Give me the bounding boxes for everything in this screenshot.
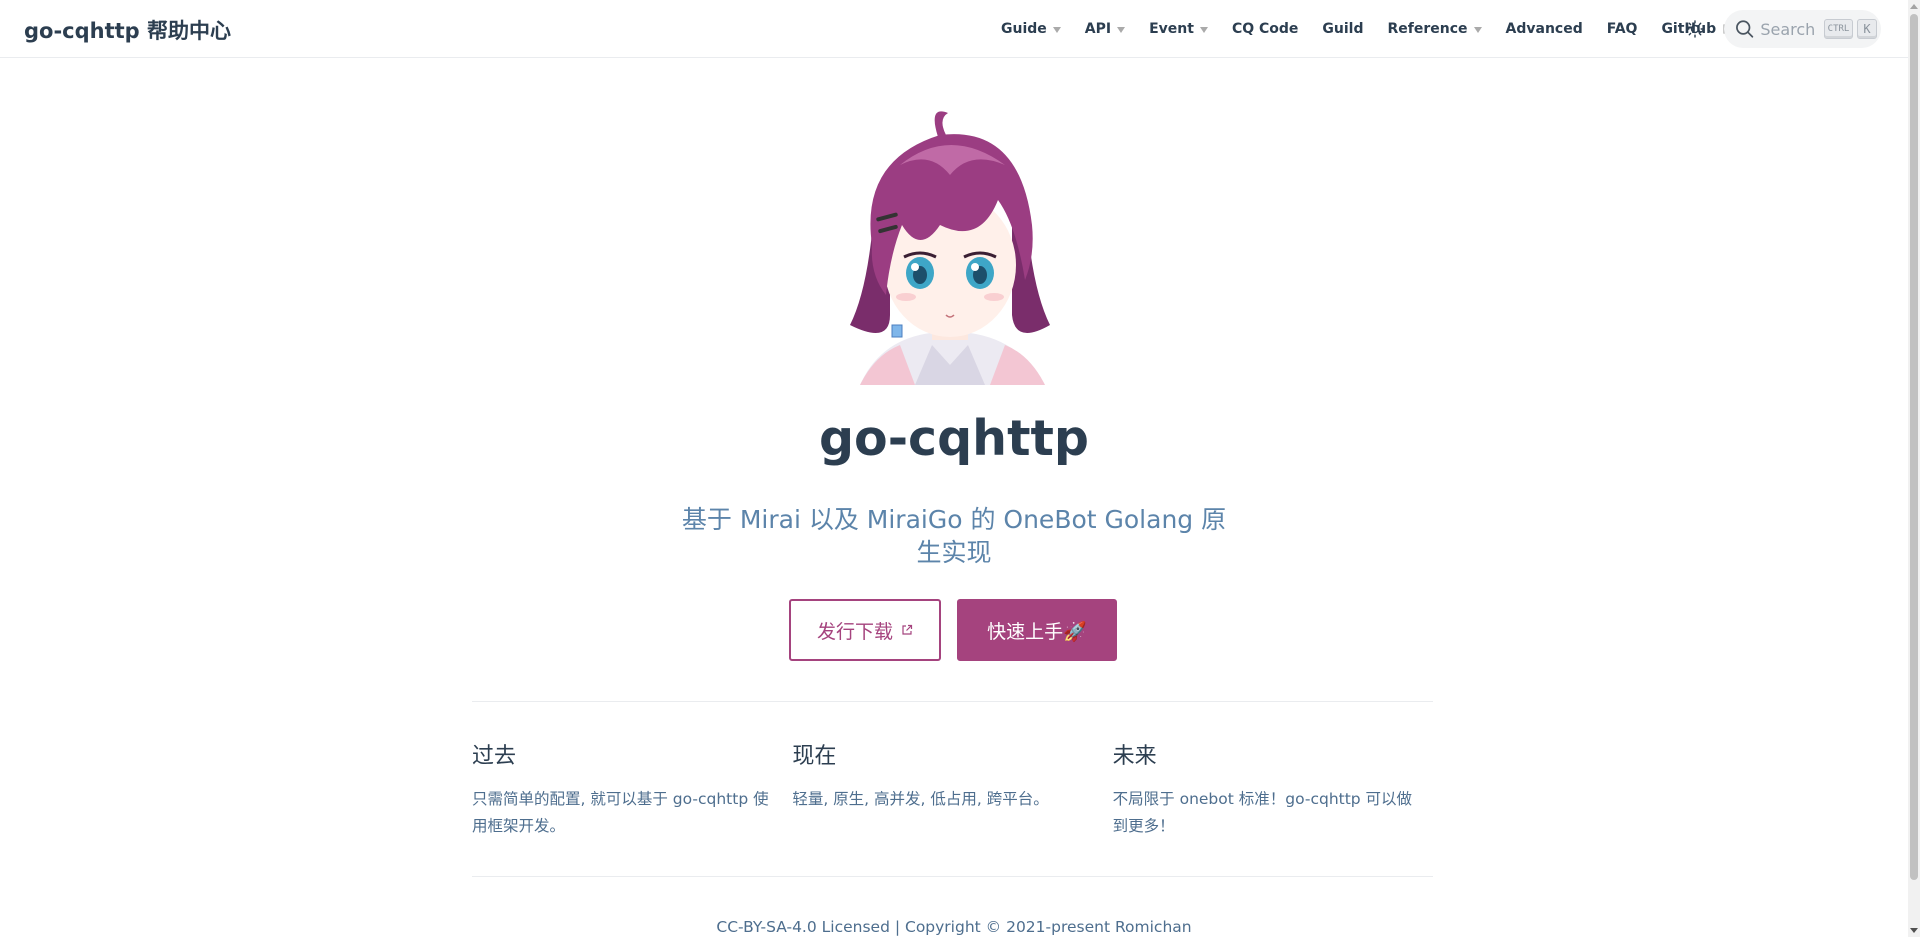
- nav-item-guild[interactable]: Guild: [1322, 21, 1363, 37]
- search-icon: [1736, 20, 1754, 38]
- chevron-down-icon: [1199, 27, 1208, 33]
- site-name-link[interactable]: go-cqhttp 帮助中心: [24, 15, 231, 45]
- nav-item-advanced[interactable]: Advanced: [1506, 21, 1583, 37]
- scroll-down-arrow-icon[interactable]: [1910, 928, 1918, 933]
- nav-item-guide[interactable]: Guide: [1001, 21, 1061, 37]
- nav-item-faq[interactable]: FAQ: [1607, 21, 1638, 37]
- nav-item-label: Guide: [1001, 21, 1047, 37]
- theme-toggle-button[interactable]: [1683, 17, 1707, 41]
- external-link-icon: [902, 624, 913, 635]
- scroll-up-arrow-icon[interactable]: [1910, 4, 1918, 9]
- hero-actions: 发行下载 快速上手🚀: [789, 599, 1117, 661]
- feature-present: 现在 轻量, 原生, 高并发, 低占用, 跨平台。: [792, 738, 1112, 840]
- feature-details: 只需简单的配置, 就可以基于 go-cqhttp 使用框架开发。: [472, 790, 769, 835]
- feature-details: 不局限于 onebot 标准！go-cqhttp 可以做到更多！: [1112, 790, 1413, 835]
- nav-item-label: API: [1084, 21, 1112, 37]
- nav-item-label: Advanced: [1505, 21, 1583, 37]
- search-shortcut-k: K: [1856, 19, 1877, 39]
- hero-image: [850, 111, 1050, 385]
- feature-details: 轻量, 原生, 高并发, 低占用, 跨平台。: [792, 790, 1049, 808]
- feature-title: 现在: [792, 744, 837, 769]
- scrollbar[interactable]: [1908, 0, 1920, 937]
- feature-title: 过去: [472, 744, 517, 769]
- quick-start-button[interactable]: 快速上手🚀: [957, 599, 1117, 661]
- nav-item-api[interactable]: API: [1084, 21, 1126, 37]
- navbar: go-cqhttp 帮助中心 Guide API Event CQ Code G…: [0, 0, 1908, 58]
- nav-item-reference[interactable]: Reference: [1387, 21, 1482, 37]
- features: 过去 只需简单的配置, 就可以基于 go-cqhttp 使用框架开发。 现在 轻…: [472, 738, 1433, 840]
- hero-title: go-cqhttp: [818, 410, 1089, 467]
- download-release-button[interactable]: 发行下载: [789, 599, 941, 661]
- divider: [472, 876, 1433, 877]
- sun-icon: [1686, 20, 1704, 38]
- feature-title: 未来: [1112, 744, 1157, 769]
- nav-item-event[interactable]: Event: [1149, 21, 1208, 37]
- scrollbar-thumb[interactable]: [1910, 14, 1918, 880]
- quick-start-label: 快速上手🚀: [987, 620, 1087, 643]
- nav-item-label: Reference: [1387, 21, 1468, 37]
- download-release-label: 发行下载: [816, 620, 893, 643]
- feature-past: 过去 只需简单的配置, 就可以基于 go-cqhttp 使用框架开发。: [472, 738, 792, 840]
- chevron-down-icon: [1117, 27, 1126, 33]
- feature-future: 未来 不局限于 onebot 标准！go-cqhttp 可以做到更多！: [1113, 738, 1433, 840]
- divider: [472, 701, 1433, 702]
- footer-text: CC-BY-SA-4.0 Licensed | Copyright © 2021…: [716, 918, 1192, 936]
- nav-item-label: Guild: [1322, 21, 1364, 37]
- nav-item-label: FAQ: [1606, 21, 1638, 37]
- search-input[interactable]: Search CTRL K: [1724, 10, 1881, 48]
- nav-item-label: Event: [1149, 21, 1194, 37]
- search-placeholder: Search: [1760, 19, 1816, 39]
- search-shortcut-ctrl: CTRL: [1824, 19, 1853, 39]
- nav-item-cq-code[interactable]: CQ Code: [1232, 21, 1298, 37]
- chevron-down-icon: [1473, 27, 1482, 33]
- nav-links: Guide API Event CQ Code Guild Reference …: [1001, 0, 1758, 58]
- chevron-down-icon: [1052, 27, 1061, 33]
- nav-item-label: CQ Code: [1231, 21, 1299, 37]
- hero-description: 基于 Mirai 以及 MiraiGo 的 OneBot Golang 原生实现: [681, 505, 1227, 567]
